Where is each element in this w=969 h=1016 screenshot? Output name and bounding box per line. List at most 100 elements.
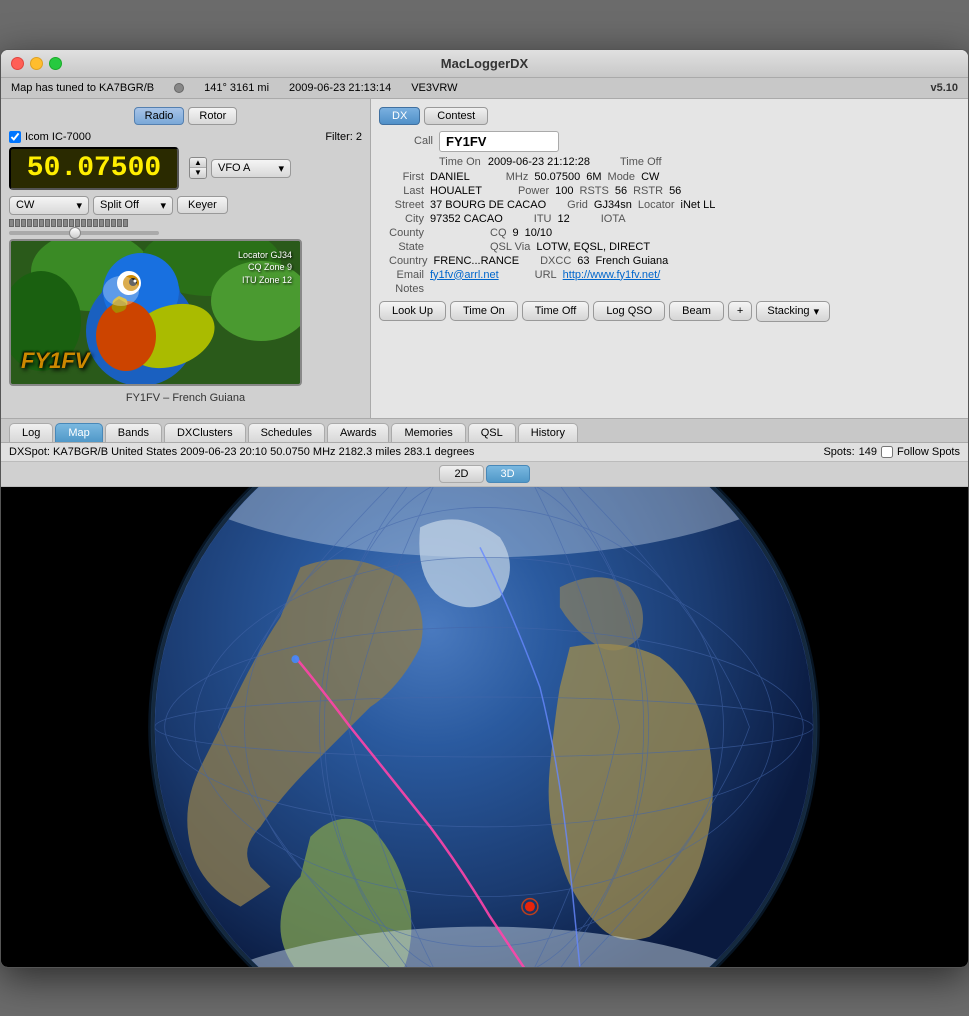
url-value[interactable]: http://www.fy1fv.net/ xyxy=(563,269,661,281)
tab-schedules[interactable]: Schedules xyxy=(248,423,325,442)
rf-bar-18 xyxy=(111,219,116,227)
bearing-label: 141° 3161 mi xyxy=(204,82,269,94)
rf-bar-20 xyxy=(123,219,128,227)
rf-bar-5 xyxy=(33,219,38,227)
volume-thumb[interactable] xyxy=(69,227,81,239)
log-qso-button[interactable]: Log QSO xyxy=(593,301,665,321)
time-off-label: Time Off xyxy=(620,156,662,168)
right-panel: DX Contest Call Time On 2009-06-23 21:12… xyxy=(371,99,968,418)
radio-button[interactable]: Radio xyxy=(134,107,185,125)
band-value: 6M xyxy=(586,171,601,183)
tab-bands[interactable]: Bands xyxy=(105,423,162,442)
contest-tab[interactable]: Contest xyxy=(424,107,488,125)
info-row-7: Country FRENC...RANCE DXCC 63 French Gui… xyxy=(389,255,960,267)
rf-bar-15 xyxy=(93,219,98,227)
rf-bar-16 xyxy=(99,219,104,227)
tab-qsl[interactable]: QSL xyxy=(468,423,516,442)
left-panel: Radio Rotor Icom IC-7000 Filter: 2 50.07… xyxy=(1,99,371,418)
rf-bar-1 xyxy=(9,219,14,227)
close-button[interactable] xyxy=(11,57,24,70)
rf-bar-13 xyxy=(81,219,86,227)
callsign-overlay: FY1FV xyxy=(21,348,89,374)
callsign-label: VE3VRW xyxy=(411,82,457,94)
country-value: FRENC...RANCE xyxy=(434,255,520,267)
dxspot-text: DXSpot: KA7BGR/B United States 2009-06-2… xyxy=(9,446,474,458)
tab-awards[interactable]: Awards xyxy=(327,423,389,442)
dx-tab[interactable]: DX xyxy=(379,107,420,125)
split-off-select[interactable]: Split Off ▾ xyxy=(93,196,173,215)
radio-checkbox-input[interactable] xyxy=(9,131,21,143)
first-label: First xyxy=(389,171,424,183)
tab-2d[interactable]: 2D xyxy=(439,465,483,483)
frequency-stepper[interactable]: ▲ ▼ xyxy=(189,157,207,179)
city-label: City xyxy=(389,213,424,225)
first-value: DANIEL xyxy=(430,171,470,183)
street-label: Street xyxy=(389,199,424,211)
mode-controls: CW ▾ Split Off ▾ Keyer xyxy=(9,196,362,215)
rf-bar-8 xyxy=(51,219,56,227)
rotor-button[interactable]: Rotor xyxy=(188,107,237,125)
rf-slider xyxy=(9,219,362,227)
power-value: 100 xyxy=(555,185,573,197)
time-off-button[interactable]: Time Off xyxy=(522,301,590,321)
rf-bar-9 xyxy=(57,219,62,227)
call-input[interactable] xyxy=(439,131,559,152)
keyer-button[interactable]: Keyer xyxy=(177,196,228,214)
state-label: State xyxy=(389,241,424,253)
radio-rotor-row: Radio Rotor xyxy=(9,107,362,125)
rstr-value: 56 xyxy=(669,185,681,197)
contact-image: Locator GJ34 CQ Zone 9 ITU Zone 12 FY1FV xyxy=(9,239,302,386)
vfo-select[interactable]: VFO A ▾ xyxy=(211,159,291,178)
rf-bar-6 xyxy=(39,219,44,227)
mode-select[interactable]: CW ▾ xyxy=(9,196,89,215)
grid-value: GJ34sn xyxy=(594,199,632,211)
street-value: 37 BOURG DE CACAO xyxy=(430,199,546,211)
beam-button[interactable]: Beam xyxy=(669,301,724,321)
minimize-button[interactable] xyxy=(30,57,43,70)
freq-down-button[interactable]: ▼ xyxy=(190,168,206,178)
radio-checkbox[interactable]: Icom IC-7000 xyxy=(9,131,91,143)
look-up-button[interactable]: Look Up xyxy=(379,301,446,321)
maximize-button[interactable] xyxy=(49,57,62,70)
main-body: Radio Rotor Icom IC-7000 Filter: 2 50.07… xyxy=(1,99,968,418)
email-value[interactable]: fy1fv@arrl.net xyxy=(430,269,499,281)
cq-label: CQ xyxy=(490,227,507,239)
info-row-8: Email fy1fv@arrl.net URL http://www.fy1f… xyxy=(389,269,960,281)
top-status-bar: Map has tuned to KA7BGR/B 141° 3161 mi 2… xyxy=(1,78,968,99)
qsl-via-label: QSL Via xyxy=(490,241,530,253)
rf-bar-12 xyxy=(75,219,80,227)
time-row: Time On 2009-06-23 21:12:28 Time Off xyxy=(439,156,960,168)
mode-value: CW xyxy=(641,171,659,183)
freq-up-button[interactable]: ▲ xyxy=(190,158,206,168)
titlebar: MacLoggerDX xyxy=(1,50,968,78)
rf-bar-14 xyxy=(87,219,92,227)
dx-contest-tabs: DX Contest xyxy=(379,107,960,125)
time-on-button[interactable]: Time On xyxy=(450,301,518,321)
tab-history[interactable]: History xyxy=(518,423,578,442)
rf-bar-7 xyxy=(45,219,50,227)
follow-spots-checkbox[interactable] xyxy=(881,446,893,458)
tab-dxclusters[interactable]: DXClusters xyxy=(164,423,246,442)
radio-name-label: Icom IC-7000 xyxy=(25,131,91,143)
filter-label: Filter: 2 xyxy=(325,131,362,143)
rf-bar-10 xyxy=(63,219,68,227)
last-value: HOUALET xyxy=(430,185,482,197)
tab-map[interactable]: Map xyxy=(55,423,102,442)
mode-label-2: Mode xyxy=(608,171,636,183)
itu-value: 12 xyxy=(558,213,570,225)
datetime-label: 2009-06-23 21:13:14 xyxy=(289,82,391,94)
tab-memories[interactable]: Memories xyxy=(391,423,465,442)
stacking-button[interactable]: Stacking ▾ xyxy=(756,301,830,322)
tuned-to-label: Map has tuned to KA7BGR/B xyxy=(11,82,154,94)
dxcc-name: French Guiana xyxy=(596,255,669,267)
locator-overlay: Locator GJ34 CQ Zone 9 ITU Zone 12 xyxy=(238,249,292,287)
info-row-3: Street 37 BOURG DE CACAO Grid GJ34sn Loc… xyxy=(389,199,960,211)
itu-label: ITU xyxy=(534,213,552,225)
bottom-section: Log Map Bands DXClusters Schedules Award… xyxy=(1,418,968,967)
plus-button[interactable]: + xyxy=(728,301,752,321)
notes-label: Notes xyxy=(389,283,424,295)
tab-log[interactable]: Log xyxy=(9,423,53,442)
tab-3d[interactable]: 3D xyxy=(486,465,530,483)
volume-slider[interactable] xyxy=(9,231,159,235)
frequency-display: 50.07500 xyxy=(9,147,179,190)
